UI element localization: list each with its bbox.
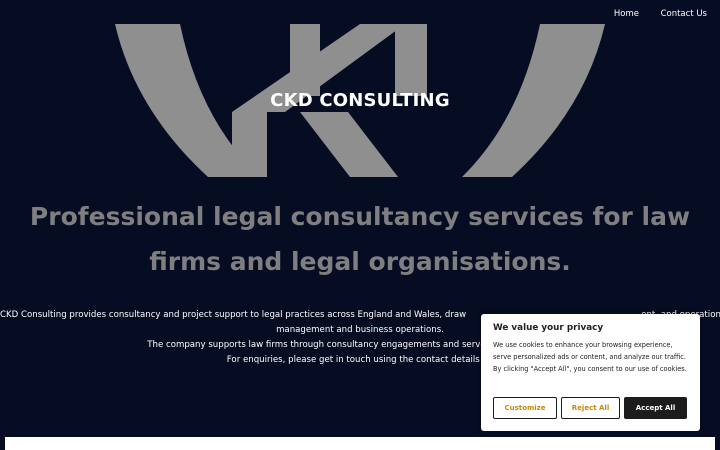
- accept-all-button[interactable]: Accept All: [624, 397, 687, 419]
- brand-title: CKD CONSULTING: [270, 90, 450, 111]
- cookie-buttons: Customize Reject All Accept All: [493, 397, 688, 419]
- content-panel-edge: [5, 437, 715, 450]
- cookie-description: We use cookies to enhance your browsing …: [493, 341, 687, 373]
- customize-button[interactable]: Customize: [493, 397, 557, 419]
- reject-all-button[interactable]: Reject All: [561, 397, 620, 419]
- cookie-title: We value your privacy: [493, 323, 604, 333]
- cookie-consent-banner: We value your privacy We use cookies to …: [481, 314, 700, 431]
- page: Home Contact Us CKD CONSULTING Professio…: [0, 0, 720, 450]
- hero-headline: Professional legal consultancy services …: [29, 202, 691, 276]
